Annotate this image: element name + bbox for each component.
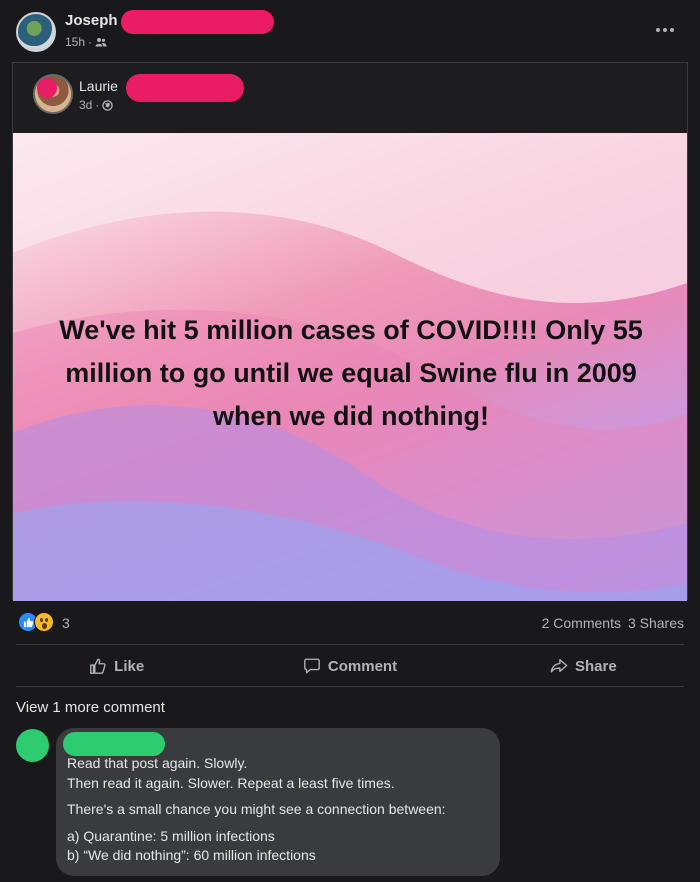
share-icon [550, 659, 568, 673]
separator-dot: · [88, 35, 93, 49]
share-label: Share [574, 657, 617, 675]
friends-icon [95, 38, 107, 47]
comment-line: Then read it again. Slower. Repeat a lea… [67, 774, 395, 791]
more-options-icon[interactable] [653, 24, 677, 36]
comment-line: Read that post again. Slowly. [67, 755, 248, 771]
redaction-bar [121, 10, 274, 34]
like-label: Like [114, 657, 145, 675]
comment-line: a) Quarantine: 5 million infections [67, 827, 275, 844]
comment-icon [304, 658, 320, 674]
redaction-bar [126, 74, 244, 102]
post-time[interactable]: 15h [65, 35, 85, 49]
comment-label: Comment [327, 657, 398, 675]
comment-text: Read that post again. Slowly. Then read … [67, 754, 488, 866]
shared-post-time[interactable]: 3d [79, 98, 92, 112]
comment-line: b) “We did nothing”: 60 million infectio… [67, 847, 316, 863]
reaction-icons[interactable] [18, 612, 58, 632]
thumbs-up-icon [90, 658, 106, 674]
reactions-summary: 3 2 Comments 3 Shares [0, 606, 700, 640]
comment-button[interactable]: Comment [233, 648, 466, 684]
post-text: We've hit 5 million cases of COVID!!!! O… [59, 315, 643, 431]
post-meta: 15h · [65, 35, 107, 49]
action-bar: Like Comment Share [0, 648, 700, 684]
divider [16, 686, 684, 687]
separator-dot: · [95, 98, 100, 112]
shared-author-avatar[interactable] [33, 74, 73, 114]
post-header: Joseph 15h · [0, 0, 700, 58]
like-button[interactable]: Like [0, 648, 233, 684]
shared-post-meta: 3d · [79, 98, 114, 112]
comment-bubble: Read that post again. Slowly. Then read … [56, 728, 500, 876]
author-avatar[interactable] [16, 12, 56, 52]
commenter-avatar[interactable] [16, 729, 49, 762]
post-background-image: We've hit 5 million cases of COVID!!!! O… [13, 133, 687, 601]
wow-icon [34, 612, 54, 632]
shared-author-name[interactable]: Laurie [79, 78, 118, 94]
comment-line: There's a small chance you might see a c… [67, 801, 446, 817]
shared-post-card[interactable]: Laurie 3d · We've hit 5 million cases of… [12, 62, 688, 601]
reaction-count[interactable]: 3 [62, 615, 70, 631]
redaction-bar [63, 732, 165, 756]
author-name[interactable]: Joseph [65, 12, 118, 29]
shared-post-header: Laurie 3d · [13, 63, 687, 133]
divider [16, 644, 684, 645]
view-more-comments-link[interactable]: View 1 more comment [16, 699, 165, 716]
engagement-counts: 2 Comments 3 Shares [542, 615, 684, 631]
shares-count[interactable]: 3 Shares [628, 615, 684, 631]
share-button[interactable]: Share [467, 648, 700, 684]
globe-icon [102, 99, 114, 111]
comments-count[interactable]: 2 Comments [542, 615, 621, 631]
